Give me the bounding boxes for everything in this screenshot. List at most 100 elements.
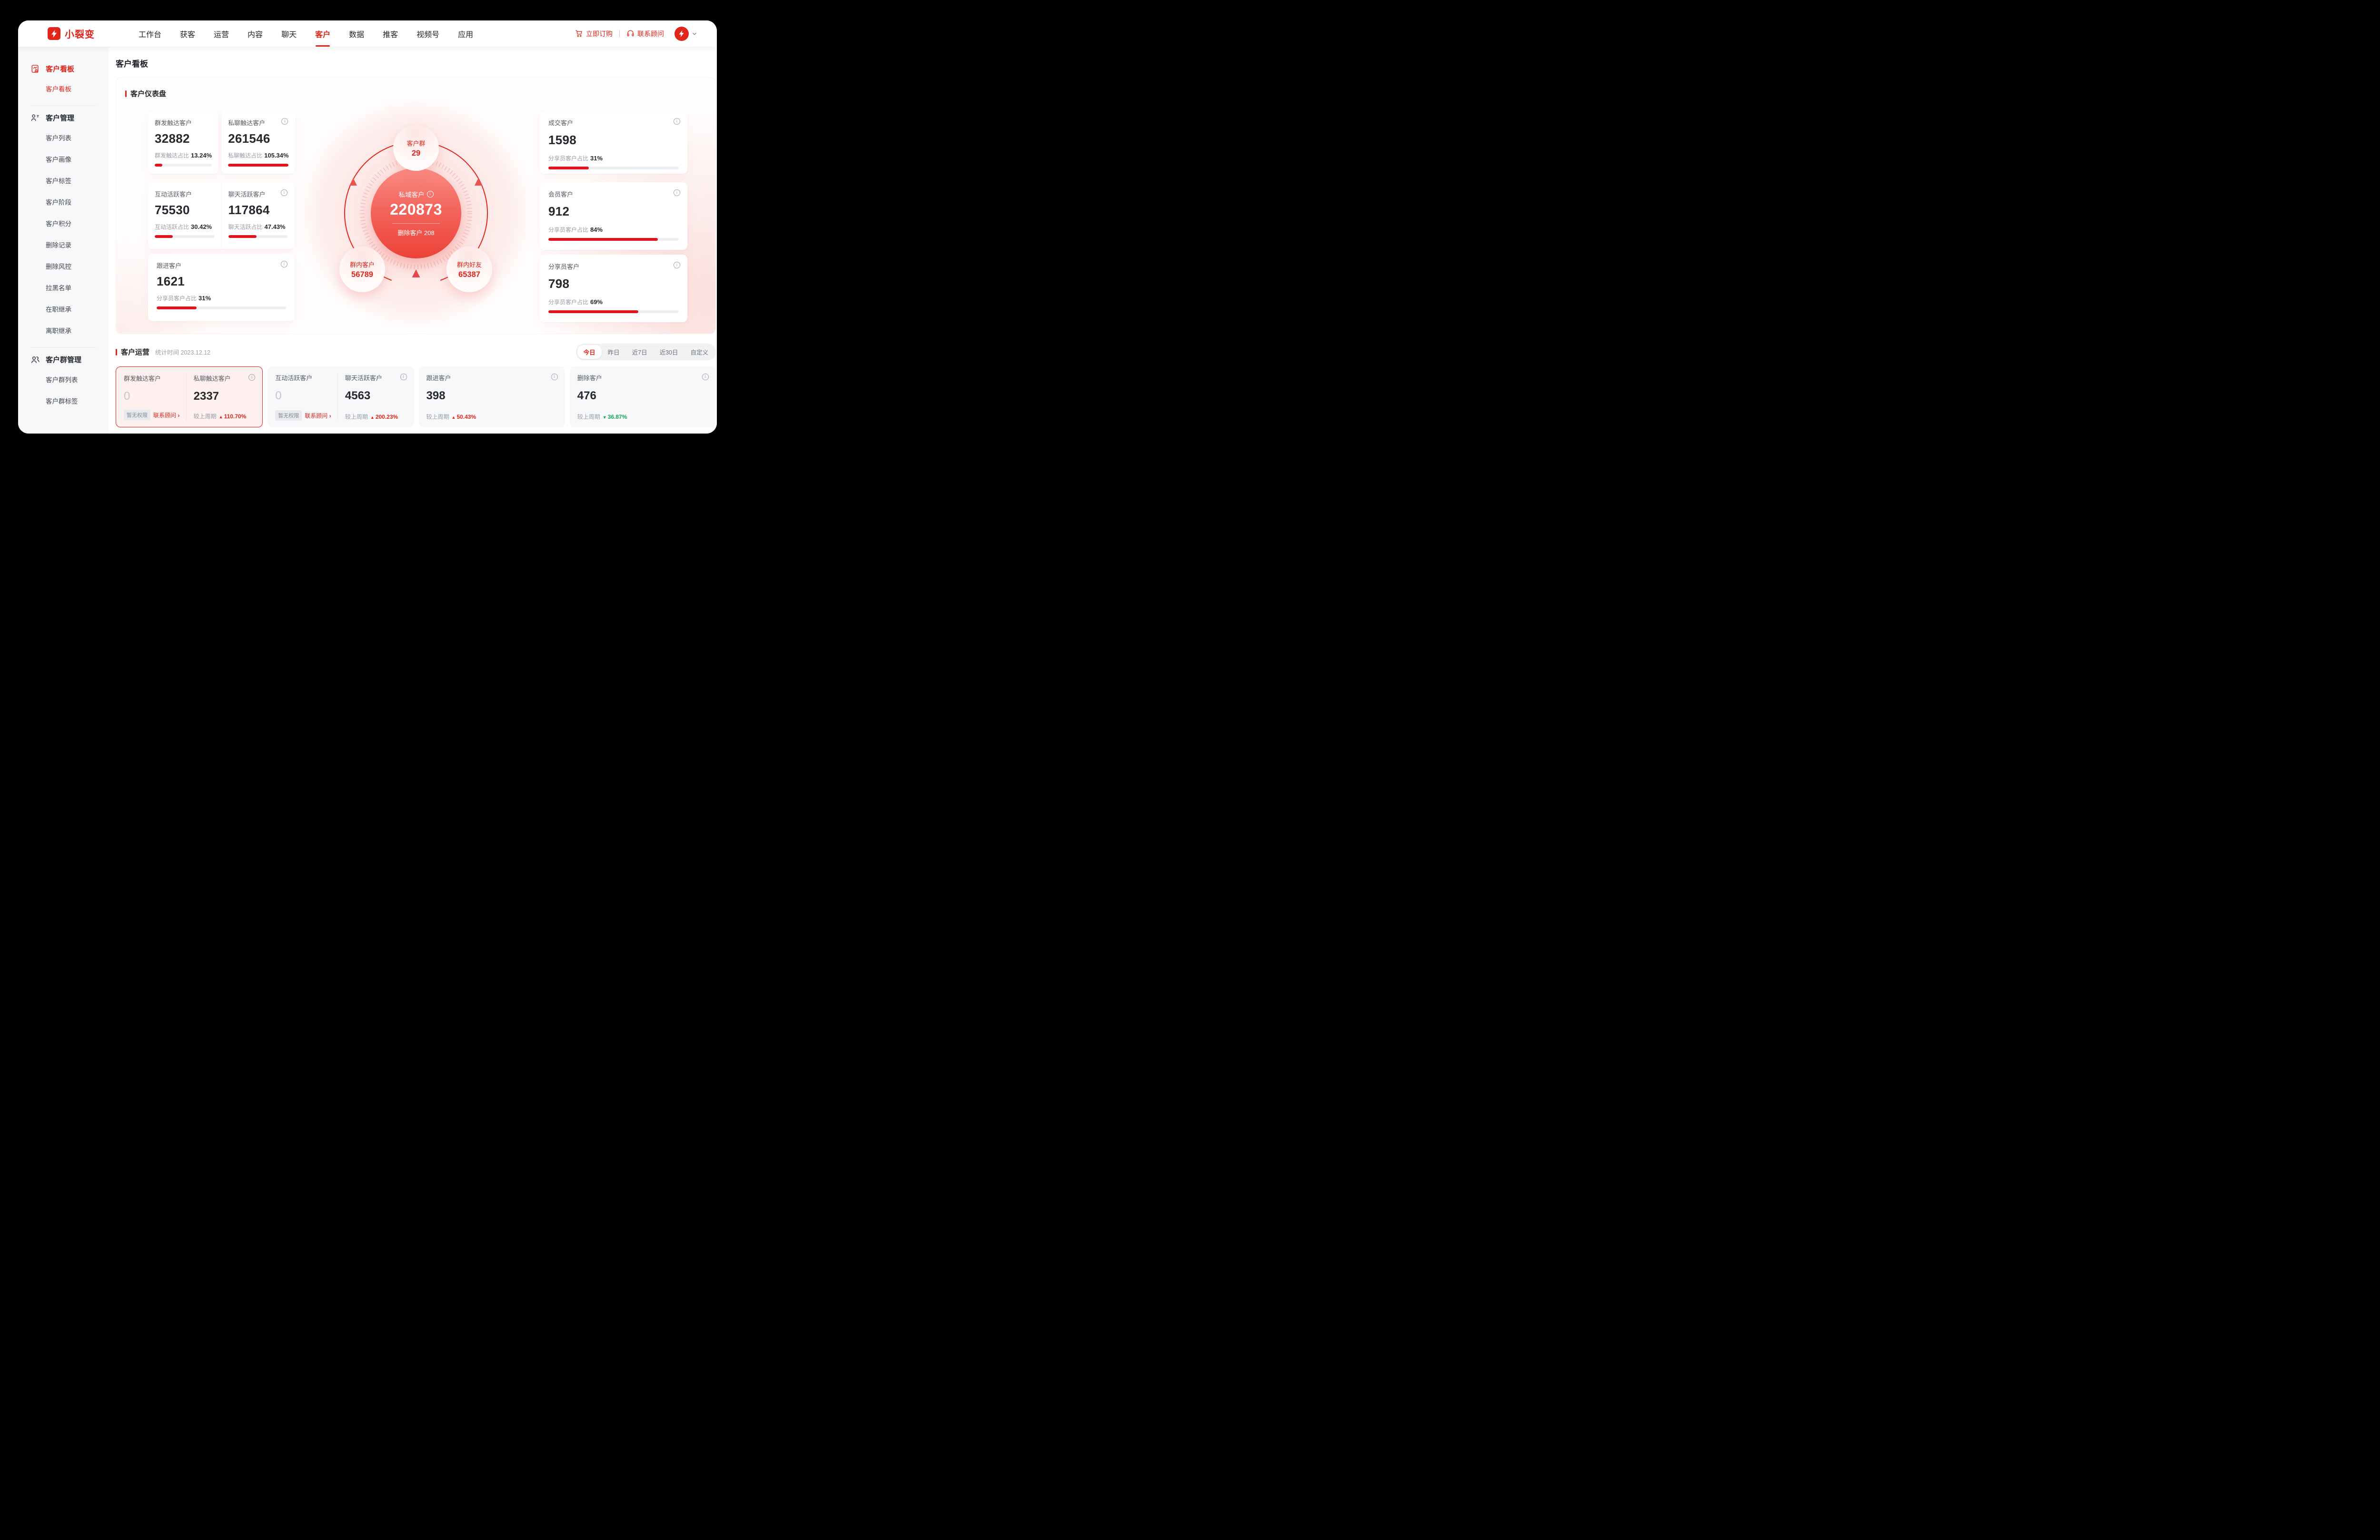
progress-bar xyxy=(548,167,679,169)
sidebar: 客户看板 客户看板 客户管理 客户列表 客户画像 客户标签 客户阶段 客户积分 … xyxy=(18,47,109,434)
main-nav: 工作台 获客 运营 内容 聊天 客户 数据 推客 视频号 应用 xyxy=(139,20,473,47)
metric-card-member-customers: 会员客户 912 分享员客户占比84% xyxy=(540,182,687,250)
sidebar-item-customer-list[interactable]: 客户列表 xyxy=(18,127,109,148)
tab-custom[interactable]: 自定义 xyxy=(684,345,714,359)
divider xyxy=(392,223,440,224)
metric-card-deal-customers: 成交客户 1598 分享员客户占比31% xyxy=(540,111,687,174)
sidebar-item-delete-records[interactable]: 删除记录 xyxy=(18,234,109,255)
op-value: 4563 xyxy=(345,389,407,403)
tab-today[interactable]: 今日 xyxy=(577,345,602,359)
metric-value: 75530 xyxy=(155,203,215,217)
sidebar-item-group-tags[interactable]: 客户群标签 xyxy=(18,390,109,411)
gauge-center-private-customers: 私域客户 220873 删除客户 208 xyxy=(371,168,461,258)
sidebar-item-customer-profile[interactable]: 客户画像 xyxy=(18,148,109,169)
metric-label: 会员客户 xyxy=(548,189,679,198)
section-accent-bar xyxy=(125,90,127,97)
info-icon[interactable] xyxy=(427,191,434,197)
nav-item-apps[interactable]: 应用 xyxy=(458,20,473,47)
progress-bar xyxy=(155,164,212,167)
metric-sub: 聊天活跃占比47.43% xyxy=(228,223,288,231)
info-icon[interactable] xyxy=(551,374,558,380)
dashboard-section-label: 客户仪表盘 xyxy=(125,89,166,99)
metric-sub: 互动活跃占比30.42% xyxy=(155,223,215,231)
satellite-label: 客户群 xyxy=(407,138,425,148)
nav-item-customer[interactable]: 客户 xyxy=(315,20,330,47)
info-icon[interactable] xyxy=(674,118,680,125)
sidebar-item-active-inherit[interactable]: 在职继承 xyxy=(18,298,109,319)
sidebar-item-customer-dashboard[interactable]: 客户看板 xyxy=(18,78,109,99)
nav-item-acquisition[interactable]: 获客 xyxy=(180,20,195,47)
info-icon[interactable] xyxy=(674,189,680,196)
tab-yesterday[interactable]: 昨日 xyxy=(602,345,626,359)
metric-value: 912 xyxy=(548,204,679,219)
brand-logo-text: 小裂变 xyxy=(65,27,95,40)
metric-value: 798 xyxy=(548,276,679,291)
contact-advisor-label: 联系顾问 xyxy=(637,29,664,39)
gauge-center-label: 私域客户 xyxy=(399,189,434,199)
sidebar-item-group-list[interactable]: 客户群列表 xyxy=(18,368,109,390)
contact-advisor-button[interactable]: 联系顾问 xyxy=(626,29,664,39)
info-icon[interactable] xyxy=(400,374,407,380)
customer-gauge: 客户群 29 群内客户 56789 群内好友 65387 私域客户 xyxy=(292,78,540,334)
main-content: 客户看板 客户仪表盘 群发触达客户 32882 群发触达占比13.24% xyxy=(109,47,717,434)
metric-label: 成交客户 xyxy=(548,118,679,127)
satellite-value: 65387 xyxy=(458,270,480,279)
sidebar-item-customer-points[interactable]: 客户积分 xyxy=(18,212,109,234)
sidebar-group-customer-mgmt[interactable]: 客户管理 xyxy=(18,113,109,123)
metric-half-chat-active: 聊天活跃客户 117864 聊天活跃占比47.43% xyxy=(221,182,295,249)
sidebar-group-label: 客户群管理 xyxy=(46,355,81,365)
tab-last30days[interactable]: 近30日 xyxy=(654,345,684,359)
order-now-button[interactable]: 立即订购 xyxy=(575,29,613,39)
op-half-interaction-active: 互动活跃客户 0 暂无权限 联系顾问 xyxy=(275,373,337,421)
metric-sub: 分享员客户占比31% xyxy=(157,294,286,302)
op-card-followup[interactable]: 跟进客户 398 较上周期 50.43% xyxy=(419,366,565,427)
tab-last7days[interactable]: 近7日 xyxy=(626,345,654,359)
sidebar-group-group-mgmt[interactable]: 客户群管理 xyxy=(18,355,109,365)
nav-item-video[interactable]: 视频号 xyxy=(416,20,439,47)
info-icon[interactable] xyxy=(281,261,288,267)
progress-bar xyxy=(548,310,679,313)
metric-half-interaction-active: 互动活跃客户 75530 互动活跃占比30.42% xyxy=(148,182,221,249)
sidebar-item-resign-inherit[interactable]: 离职继承 xyxy=(18,319,109,341)
metric-sub: 分享员客户占比31% xyxy=(548,154,679,162)
nav-item-chat[interactable]: 聊天 xyxy=(281,20,297,47)
sidebar-group-dashboard[interactable]: 客户看板 xyxy=(18,64,109,74)
nav-item-operation[interactable]: 运营 xyxy=(214,20,229,47)
op-half-chat-active: 聊天活跃客户 4563 较上周期 200.23% xyxy=(337,373,407,421)
op-half-mass-reach: 群发触达客户 0 暂无权限 联系顾问 xyxy=(124,374,185,420)
gauge-satellite-groups: 客户群 29 xyxy=(393,125,439,171)
metric-label: 群发触达客户 xyxy=(155,118,212,127)
nav-item-data[interactable]: 数据 xyxy=(349,20,364,47)
progress-bar xyxy=(157,306,286,309)
satellite-value: 29 xyxy=(412,149,420,158)
date-range-tabs: 今日 昨日 近7日 近30日 自定义 xyxy=(576,344,716,360)
contact-advisor-link[interactable]: 联系顾问 xyxy=(153,411,179,419)
info-icon[interactable] xyxy=(702,374,709,380)
no-permission-badge: 暂无权限 xyxy=(275,410,302,421)
sidebar-item-customer-stage[interactable]: 客户阶段 xyxy=(18,191,109,212)
top-navbar: 小裂变 工作台 获客 运营 内容 聊天 客户 数据 推客 视频号 应用 立即订购 xyxy=(18,20,717,47)
contact-advisor-link[interactable]: 联系顾问 xyxy=(305,412,331,420)
info-icon[interactable] xyxy=(281,189,288,196)
sidebar-item-customer-tags[interactable]: 客户标签 xyxy=(18,169,109,191)
stat-time: 统计时间 2023.12.12 xyxy=(155,347,210,356)
sidebar-item-blacklist[interactable]: 拉黑名单 xyxy=(18,276,109,298)
op-label: 跟进客户 xyxy=(426,373,557,382)
progress-bar xyxy=(155,235,215,238)
account-menu[interactable] xyxy=(674,27,698,41)
nav-item-promoter[interactable]: 推客 xyxy=(383,20,398,47)
op-card-active[interactable]: 互动活跃客户 0 暂无权限 联系顾问 聊天活跃客户 4563 xyxy=(268,366,414,427)
metric-card-private-chat-reach: 私聊触达客户 261546 私聊触达占比105.34% xyxy=(221,111,295,174)
progress-bar xyxy=(548,238,679,241)
delta-value: 200.23% xyxy=(370,414,398,420)
nav-item-workbench[interactable]: 工作台 xyxy=(139,20,161,47)
sidebar-item-delete-risk[interactable]: 删除风控 xyxy=(18,255,109,276)
op-card-reach[interactable]: 群发触达客户 0 暂无权限 联系顾问 私聊触达客户 2337 xyxy=(116,366,263,427)
metric-card-mass-reach: 群发触达客户 32882 群发触达占比13.24% xyxy=(148,111,218,174)
brand-logo[interactable]: 小裂变 xyxy=(48,27,95,40)
info-icon[interactable] xyxy=(674,262,680,268)
op-card-deleted[interactable]: 删除客户 476 较上周期 36.87% xyxy=(570,366,716,427)
metric-label: 分享员客户 xyxy=(548,262,679,271)
nav-item-content[interactable]: 内容 xyxy=(248,20,263,47)
metric-value: 1621 xyxy=(157,274,286,289)
